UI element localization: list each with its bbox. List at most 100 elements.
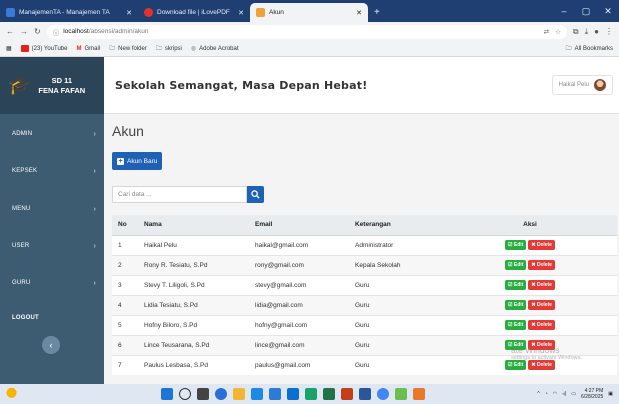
bookmark-label: New folder bbox=[118, 45, 147, 52]
edit-button[interactable]: ☑ Edit bbox=[505, 340, 527, 350]
word-icon[interactable] bbox=[359, 388, 371, 400]
chevron-up-icon[interactable]: ^ bbox=[537, 391, 539, 397]
battery-icon[interactable]: ▭ bbox=[571, 391, 576, 397]
delete-button[interactable]: ✖ Delete bbox=[528, 280, 555, 290]
chrome-icon[interactable] bbox=[215, 388, 227, 400]
edit-button[interactable]: ☑ Edit bbox=[505, 320, 527, 330]
task-view-icon[interactable] bbox=[197, 388, 209, 400]
close-tab-icon[interactable]: ✕ bbox=[348, 9, 362, 17]
delete-label: Delete bbox=[536, 282, 552, 288]
cell-email: lince@gmail.com bbox=[249, 334, 349, 355]
cell-keterangan: Guru bbox=[349, 294, 443, 315]
new-tab-button[interactable]: + bbox=[368, 3, 384, 22]
edit-button[interactable]: ☑ Edit bbox=[505, 260, 527, 270]
bookmark-new-folder[interactable]: 🗀 New folder bbox=[109, 44, 147, 54]
youtube-icon bbox=[20, 45, 29, 52]
apps-icon[interactable]: ▦ bbox=[6, 45, 12, 52]
edit-label: Edit bbox=[513, 322, 524, 328]
reload-icon[interactable]: ↻ bbox=[34, 27, 41, 36]
extensions-icon[interactable]: ⧉ bbox=[573, 27, 579, 37]
collapse-sidebar-button[interactable]: ‹ bbox=[42, 336, 60, 354]
column-header: Nama bbox=[138, 215, 249, 236]
maximize-icon[interactable]: ▢ bbox=[575, 6, 597, 17]
edge-icon[interactable] bbox=[251, 388, 263, 400]
all-bookmarks[interactable]: 🗀 All Bookmarks bbox=[566, 44, 613, 54]
delete-button[interactable]: ✖ Delete bbox=[528, 360, 555, 371]
delete-button[interactable]: ✖ Delete bbox=[528, 240, 555, 250]
add-account-button[interactable]: + Akun Baru bbox=[112, 152, 163, 170]
wifi-icon[interactable]: ◠ bbox=[553, 391, 557, 397]
store-icon[interactable] bbox=[269, 388, 281, 400]
delete-label: Delete bbox=[536, 322, 552, 328]
cell-aksi: ☑ Edit ✖ Delete bbox=[443, 274, 617, 295]
sidebar-item-user[interactable]: USER › bbox=[0, 243, 104, 250]
cell-aksi: ☑ Edit ✖ Delete bbox=[443, 334, 617, 355]
close-window-icon[interactable]: ✕ bbox=[597, 6, 619, 17]
delete-button[interactable]: ✖ Delete bbox=[528, 260, 555, 270]
search-icon[interactable] bbox=[179, 388, 191, 400]
bookmark-gmail[interactable]: M Gmail bbox=[76, 46, 100, 52]
download-icon[interactable]: ⤓ bbox=[585, 27, 589, 37]
bookmark-label: All Bookmarks bbox=[574, 45, 613, 52]
bookmark-youtube[interactable]: (23) YouTube bbox=[20, 45, 67, 52]
browser-tab-manajemen[interactable]: ManajemenTA - Manajemen TA ✕ bbox=[0, 3, 138, 22]
chevron-right-icon: › bbox=[93, 280, 96, 287]
sidebar-item-kepsek[interactable]: KEPSEK › bbox=[0, 168, 104, 175]
forward-icon[interactable]: → bbox=[20, 27, 28, 36]
table-row: 2 Rony R. Tesiatu, S.Pd rony@gmail.com K… bbox=[112, 254, 617, 275]
user-menu[interactable]: Haikal Pelu bbox=[551, 75, 613, 95]
close-tab-icon[interactable]: ✕ bbox=[230, 9, 244, 17]
excel-icon[interactable] bbox=[323, 388, 335, 400]
menu-icon[interactable]: ⋮ bbox=[605, 27, 613, 36]
volume-icon[interactable]: ◃) bbox=[562, 391, 566, 397]
edit-button[interactable]: ☑ Edit bbox=[505, 360, 527, 371]
file-explorer-icon[interactable] bbox=[233, 388, 245, 400]
sidebar-item-logout[interactable]: LOGOUT bbox=[0, 315, 104, 321]
powerpoint-icon[interactable] bbox=[341, 388, 353, 400]
url-field[interactable]: ⓘ localhost/absensi/admin/akun ⇄ ☆ bbox=[46, 24, 567, 39]
cell-email: haikal@gmail.com bbox=[249, 234, 349, 255]
translate-icon[interactable]: ⇄ bbox=[544, 28, 549, 36]
browser-tab-ilovepdf[interactable]: Download file | iLovePDF ✕ bbox=[138, 3, 250, 22]
back-icon[interactable]: ← bbox=[6, 27, 14, 36]
edit-label: Edit bbox=[513, 362, 524, 369]
clock[interactable]: 4:27 PM 6/28/2025 bbox=[581, 388, 603, 400]
close-tab-icon[interactable]: ✕ bbox=[118, 9, 132, 17]
app-icon[interactable] bbox=[395, 388, 407, 400]
bookmark-skripsi[interactable]: 🗀 skripsi bbox=[156, 44, 182, 54]
app-icon[interactable] bbox=[305, 388, 317, 400]
sidebar-item-guru[interactable]: GURU › bbox=[0, 280, 104, 287]
edit-button[interactable]: ☑ Edit bbox=[505, 300, 527, 310]
delete-button[interactable]: ✖ Delete bbox=[528, 320, 555, 330]
folder-icon: 🗀 bbox=[565, 45, 572, 52]
site-info-icon[interactable]: ⓘ bbox=[53, 27, 60, 37]
page-title: Akun bbox=[112, 123, 144, 139]
xampp-icon[interactable] bbox=[413, 388, 425, 400]
notification-icon[interactable]: ▣ bbox=[608, 391, 613, 397]
sidebar-item-menu[interactable]: MENU › bbox=[0, 206, 104, 213]
bookmark-star-icon[interactable]: ☆ bbox=[555, 28, 561, 36]
sidebar-item-admin[interactable]: ADMIN › bbox=[0, 131, 104, 138]
edit-button[interactable]: ☑ Edit bbox=[505, 240, 527, 250]
profile-icon[interactable]: ● bbox=[594, 27, 599, 36]
windows-start-icon[interactable] bbox=[161, 388, 173, 400]
cell-nama: Rony R. Tesiatu, S.Pd bbox=[138, 254, 249, 275]
search-button[interactable] bbox=[247, 186, 264, 203]
plus-icon: + bbox=[117, 157, 124, 165]
edit-button[interactable]: ☑ Edit bbox=[505, 280, 527, 290]
minimize-icon[interactable]: – bbox=[553, 6, 575, 16]
cell-email: lidia@gmail.com bbox=[249, 294, 349, 315]
weather-icon[interactable] bbox=[6, 388, 20, 400]
network-icon[interactable]: ◔ bbox=[545, 391, 548, 397]
delete-button[interactable]: ✖ Delete bbox=[528, 300, 555, 310]
bookmark-label: skripsi bbox=[164, 45, 182, 52]
header: Sekolah Semangat, Masa Depan Hebat! Haik… bbox=[104, 57, 619, 114]
sidebar-item-label: KEPSEK bbox=[12, 168, 38, 174]
table-row: 4 Lidia Tesiatu, S.Pd lidia@gmail.com Gu… bbox=[112, 294, 617, 315]
chrome-profile-icon[interactable] bbox=[377, 388, 389, 400]
mail-icon[interactable] bbox=[287, 388, 299, 400]
browser-tab-akun[interactable]: Akun ✕ bbox=[250, 3, 368, 22]
delete-button[interactable]: ✖ Delete bbox=[528, 340, 555, 350]
search-input[interactable] bbox=[112, 186, 247, 203]
bookmark-adobe[interactable]: ◍ Adobe Acrobat bbox=[191, 45, 239, 53]
